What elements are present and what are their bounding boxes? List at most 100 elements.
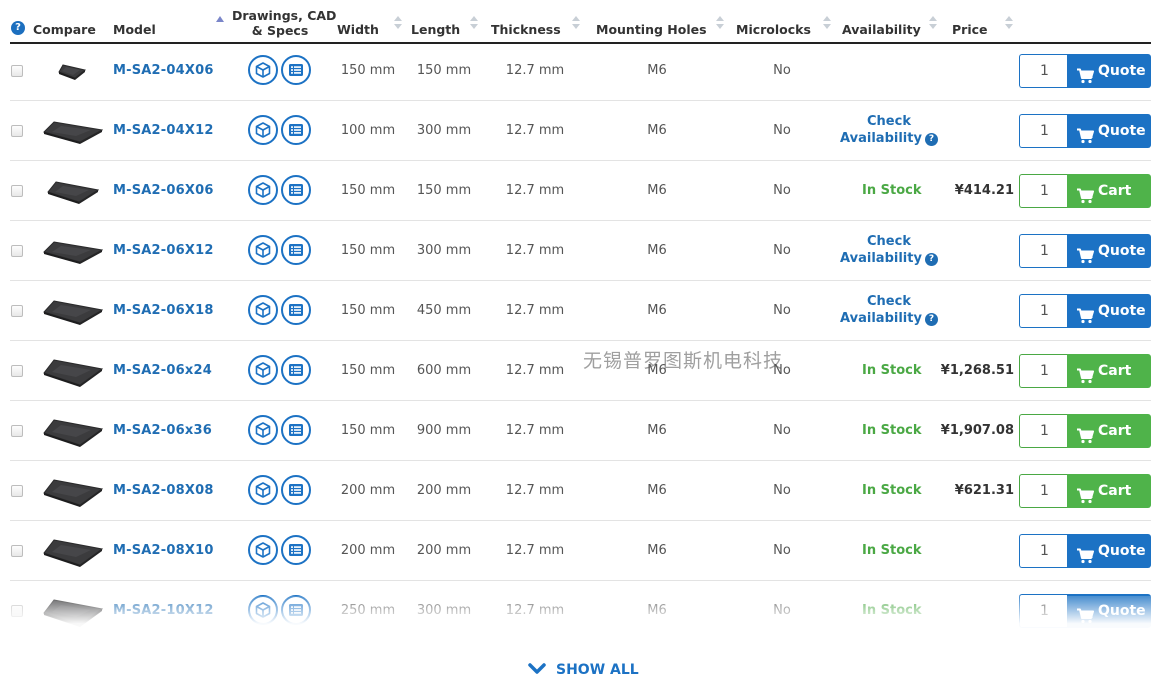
cad-button[interactable] <box>248 295 278 325</box>
cad-button[interactable] <box>248 415 278 445</box>
compare-checkbox[interactable] <box>11 545 23 557</box>
quantity-input[interactable]: 1 <box>1019 114 1069 148</box>
cart-icon <box>1076 543 1094 577</box>
quantity-input[interactable]: 1 <box>1019 354 1069 388</box>
compare-checkbox[interactable] <box>11 485 23 497</box>
quantity-input[interactable]: 1 <box>1019 474 1069 508</box>
cart-icon <box>1076 183 1094 217</box>
model-link[interactable]: M-SA2-08X10 <box>113 543 214 558</box>
length-value: 150 mm <box>416 63 472 78</box>
check-availability-link[interactable]: Check Availability? <box>836 113 942 147</box>
cart-icon <box>1076 423 1094 457</box>
model-link[interactable]: M-SA2-06X18 <box>113 303 214 318</box>
quote-button[interactable]: Quote <box>1067 114 1151 148</box>
model-link[interactable]: M-SA2-06X12 <box>113 243 214 258</box>
microlocks-value: No <box>773 483 791 498</box>
compare-checkbox[interactable] <box>11 185 23 197</box>
width-value: 200 mm <box>340 483 396 498</box>
help-icon[interactable]: ? <box>924 253 938 266</box>
model-link[interactable]: M-SA2-06x24 <box>113 363 212 378</box>
price-sort-icon[interactable] <box>1005 16 1013 30</box>
product-thumbnail[interactable] <box>43 475 104 512</box>
cad-button[interactable] <box>248 55 278 85</box>
specs-button[interactable] <box>281 175 311 205</box>
compare-checkbox[interactable] <box>11 125 23 137</box>
product-thumbnail[interactable] <box>43 118 104 149</box>
add-to-cart-button[interactable]: Cart <box>1067 174 1151 208</box>
help-icon[interactable]: ? <box>924 133 938 146</box>
specs-button[interactable] <box>281 475 311 505</box>
length-value: 450 mm <box>416 303 472 318</box>
price-header[interactable]: Price <box>952 22 988 37</box>
model-link[interactable]: M-SA2-04X12 <box>113 123 214 138</box>
product-thumbnail[interactable] <box>58 62 87 85</box>
length-value: 300 mm <box>416 243 472 258</box>
model-header[interactable]: Model <box>113 22 156 37</box>
table-header: ? Compare Model Drawings, CAD & Specs Wi… <box>0 0 1166 44</box>
compare-checkbox[interactable] <box>11 425 23 437</box>
quote-button[interactable]: Quote <box>1067 534 1151 568</box>
length-header[interactable]: Length <box>411 22 460 37</box>
width-value: 150 mm <box>340 423 396 438</box>
compare-checkbox[interactable] <box>11 305 23 317</box>
thickness-sort-icon[interactable] <box>572 16 580 30</box>
mounting-holes-header[interactable]: Mounting Holes <box>596 22 707 37</box>
mounting-holes-value: M6 <box>647 423 667 438</box>
specs-button[interactable] <box>281 415 311 445</box>
quantity-input[interactable]: 1 <box>1019 294 1069 328</box>
quantity-input[interactable]: 1 <box>1019 54 1069 88</box>
compare-checkbox[interactable] <box>11 365 23 377</box>
length-sort-icon[interactable] <box>470 16 478 30</box>
add-to-cart-button[interactable]: Cart <box>1067 354 1151 388</box>
help-icon[interactable]: ? <box>924 313 938 326</box>
product-thumbnail[interactable] <box>43 238 104 269</box>
mounting-holes-sort-icon[interactable] <box>716 16 724 30</box>
quantity-input[interactable]: 1 <box>1019 174 1069 208</box>
model-link[interactable]: M-SA2-06X06 <box>113 183 214 198</box>
sort-ascending-icon[interactable] <box>216 16 224 22</box>
product-thumbnail[interactable] <box>43 535 104 572</box>
cad-button[interactable] <box>248 235 278 265</box>
quote-button[interactable]: Quote <box>1067 294 1151 328</box>
check-availability-link[interactable]: Check Availability? <box>836 233 942 267</box>
cad-button[interactable] <box>248 355 278 385</box>
microlocks-header[interactable]: Microlocks <box>736 22 811 37</box>
product-thumbnail[interactable] <box>43 415 104 452</box>
width-header[interactable]: Width <box>337 22 379 37</box>
model-link[interactable]: M-SA2-08X08 <box>113 483 214 498</box>
cad-button[interactable] <box>248 475 278 505</box>
specs-button[interactable] <box>281 115 311 145</box>
add-to-cart-button[interactable]: Cart <box>1067 414 1151 448</box>
microlocks-sort-icon[interactable] <box>823 16 831 30</box>
add-to-cart-button[interactable]: Cart <box>1067 474 1151 508</box>
help-icon[interactable]: ? <box>11 21 25 35</box>
width-sort-icon[interactable] <box>394 16 402 30</box>
quote-button[interactable]: Quote <box>1067 234 1151 268</box>
compare-checkbox[interactable] <box>11 65 23 77</box>
specs-button[interactable] <box>281 295 311 325</box>
specs-button[interactable] <box>281 55 311 85</box>
product-thumbnail[interactable] <box>43 297 104 330</box>
compare-checkbox[interactable] <box>11 245 23 257</box>
quote-button[interactable]: Quote <box>1067 54 1151 88</box>
cad-button[interactable] <box>248 175 278 205</box>
product-thumbnail[interactable] <box>43 355 104 392</box>
cad-button[interactable] <box>248 535 278 565</box>
product-thumbnail[interactable] <box>47 178 100 209</box>
availability-header[interactable]: Availability <box>842 22 921 37</box>
quantity-input[interactable]: 1 <box>1019 534 1069 568</box>
specs-button[interactable] <box>281 235 311 265</box>
thickness-value: 12.7 mm <box>505 183 565 198</box>
model-link[interactable]: M-SA2-04X06 <box>113 63 214 78</box>
specs-button[interactable] <box>281 535 311 565</box>
specs-button[interactable] <box>281 355 311 385</box>
check-availability-link[interactable]: Check Availability? <box>836 293 942 327</box>
model-link[interactable]: M-SA2-06x36 <box>113 423 212 438</box>
thickness-header[interactable]: Thickness <box>491 22 561 37</box>
quantity-input[interactable]: 1 <box>1019 414 1069 448</box>
thickness-value: 12.7 mm <box>505 303 565 318</box>
quantity-input[interactable]: 1 <box>1019 234 1069 268</box>
availability-sort-icon[interactable] <box>929 16 937 30</box>
watermark-text: 无锡普罗图斯机电科技 <box>583 350 784 372</box>
cad-button[interactable] <box>248 115 278 145</box>
